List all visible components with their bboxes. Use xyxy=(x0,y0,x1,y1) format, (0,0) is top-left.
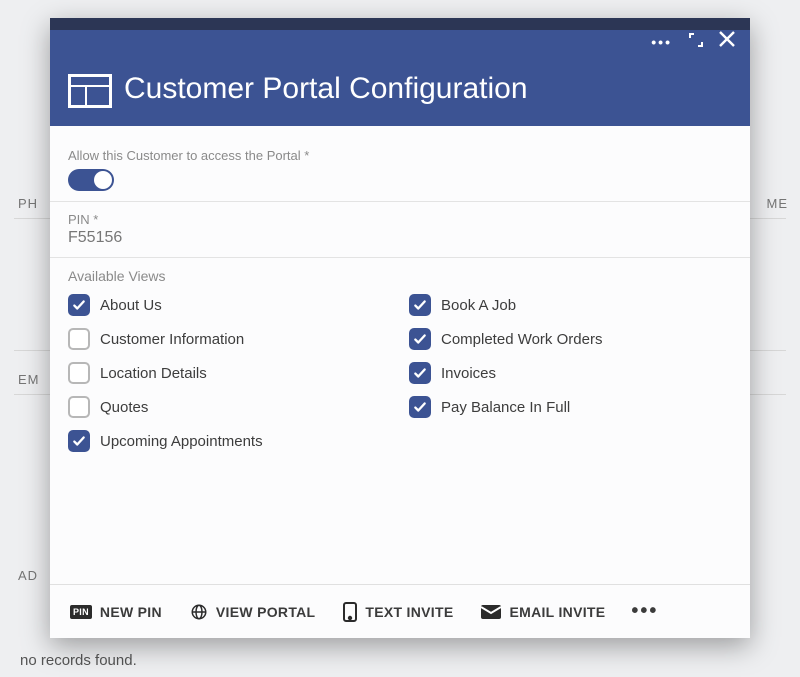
view-portal-label: VIEW PORTAL xyxy=(216,604,315,620)
dialog-header: ••• Customer Portal Configuration xyxy=(50,18,750,126)
bg-label-ph: PH xyxy=(18,196,38,211)
pin-value: F55156 xyxy=(68,229,732,247)
view-item: Upcoming Appointments xyxy=(68,430,391,452)
view-item-label: Completed Work Orders xyxy=(441,331,602,348)
view-item: About Us xyxy=(68,294,391,316)
text-invite-button[interactable]: TEXT INVITE xyxy=(333,594,463,630)
expand-icon[interactable] xyxy=(688,32,704,48)
view-checkbox[interactable] xyxy=(68,294,90,316)
view-item-label: Invoices xyxy=(441,365,496,382)
toggle-knob xyxy=(94,171,112,189)
phone-icon xyxy=(343,602,357,622)
view-item-label: Customer Information xyxy=(100,331,244,348)
view-item: Invoices xyxy=(409,362,732,384)
view-portal-button[interactable]: VIEW PORTAL xyxy=(180,595,325,629)
view-grid: About Us Book A Job Customer Information Co… xyxy=(68,294,732,452)
view-item: Quotes xyxy=(68,396,391,418)
bg-label-ad: AD xyxy=(18,568,38,583)
available-views-label: Available Views xyxy=(68,268,732,284)
view-item-label: Quotes xyxy=(100,399,148,416)
bg-label-em: EM xyxy=(18,372,40,387)
view-checkbox[interactable] xyxy=(409,362,431,384)
email-invite-label: EMAIL INVITE xyxy=(509,604,605,620)
dialog-footer: PIN NEW PIN VIEW PORTAL TEXT INVITE EMAI… xyxy=(50,584,750,638)
view-checkbox[interactable] xyxy=(409,328,431,350)
divider xyxy=(50,201,750,202)
text-invite-label: TEXT INVITE xyxy=(365,604,453,620)
view-item: Pay Balance In Full xyxy=(409,396,732,418)
close-icon[interactable] xyxy=(716,28,738,50)
view-checkbox[interactable] xyxy=(68,362,90,384)
pin-label: PIN * xyxy=(68,212,732,227)
mail-icon xyxy=(481,605,501,619)
globe-icon xyxy=(190,603,208,621)
view-item-label: Upcoming Appointments xyxy=(100,433,263,450)
access-toggle-label: Allow this Customer to access the Portal… xyxy=(68,148,732,163)
view-checkbox[interactable] xyxy=(68,430,90,452)
bg-label-me: ME xyxy=(767,196,789,211)
view-item: Book A Job xyxy=(409,294,732,316)
customer-portal-config-dialog: ••• Customer Portal Configuration Allow … xyxy=(50,18,750,638)
email-invite-button[interactable]: EMAIL INVITE xyxy=(471,596,615,628)
pin-badge-icon: PIN xyxy=(70,605,92,619)
header-more-button[interactable]: ••• xyxy=(651,34,672,50)
footer-more-button[interactable]: ••• xyxy=(623,596,666,627)
view-checkbox[interactable] xyxy=(68,396,90,418)
bg-no-records-text: no records found. xyxy=(20,652,137,669)
dialog-body: Allow this Customer to access the Portal… xyxy=(50,126,750,584)
new-pin-label: NEW PIN xyxy=(100,604,162,620)
available-views-section: Available Views About Us Book A Job Custom… xyxy=(68,268,732,452)
new-pin-button[interactable]: PIN NEW PIN xyxy=(60,596,172,628)
view-item-label: Book A Job xyxy=(441,297,516,314)
view-item: Completed Work Orders xyxy=(409,328,732,350)
view-checkbox[interactable] xyxy=(68,328,90,350)
view-item-label: Pay Balance In Full xyxy=(441,399,570,416)
view-item-label: Location Details xyxy=(100,365,207,382)
view-item-label: About Us xyxy=(100,297,162,314)
access-toggle[interactable] xyxy=(68,169,114,191)
portal-window-icon xyxy=(68,74,112,108)
dialog-title: Customer Portal Configuration xyxy=(124,72,528,106)
view-item: Location Details xyxy=(68,362,391,384)
window-topbar xyxy=(50,18,750,30)
view-checkbox[interactable] xyxy=(409,294,431,316)
view-item: Customer Information xyxy=(68,328,391,350)
view-checkbox[interactable] xyxy=(409,396,431,418)
divider xyxy=(50,257,750,258)
